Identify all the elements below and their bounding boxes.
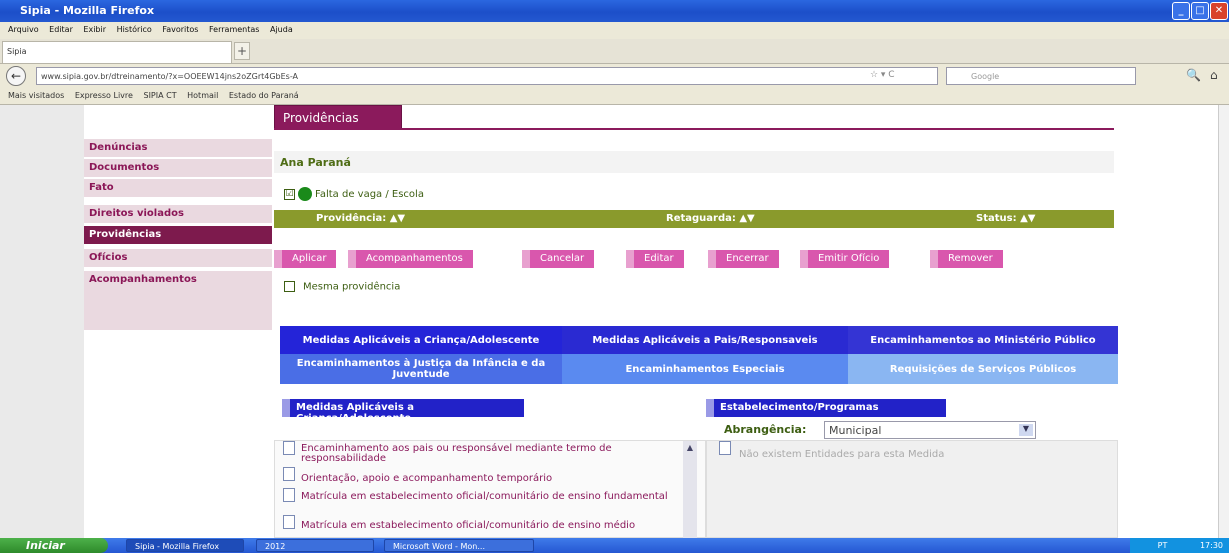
tab-medidas-crianca[interactable]: Medidas Aplicáveis a Criança/Adolescente — [280, 326, 562, 354]
section-divider — [274, 128, 1114, 130]
bookmark-expresso-livre[interactable]: Expresso Livre — [75, 91, 133, 100]
remover-button[interactable]: Remover — [930, 250, 1003, 268]
encerrar-button[interactable]: Encerrar — [708, 250, 779, 268]
maximize-button[interactable]: □ — [1191, 2, 1209, 20]
tab-requisicoes[interactable]: Requisições de Serviços Públicos — [848, 354, 1118, 384]
editar-button[interactable]: Editar — [626, 250, 684, 268]
menu-arquivo[interactable]: Arquivo — [8, 25, 39, 34]
scroll-up-icon[interactable]: ▲ — [683, 443, 697, 452]
list-item[interactable]: Matrícula em estabelecimento oficial/com… — [301, 492, 677, 502]
status-dot-icon — [298, 187, 312, 201]
document-icon — [719, 441, 731, 455]
estabelecimento-section-header: Estabelecimento/Programas — [706, 399, 946, 417]
document-icon — [283, 467, 295, 481]
falta-label: Falta de vaga / Escola — [315, 189, 424, 200]
sidebar-item-providencias[interactable]: Providências — [84, 226, 272, 245]
menu-ajuda[interactable]: Ajuda — [270, 25, 293, 34]
mesma-providencia-row: Mesma providência — [284, 281, 400, 293]
bookmark-mais-visitados[interactable]: Mais visitados — [8, 91, 64, 100]
sidebar-item-direitos-violados[interactable]: Direitos violados — [84, 205, 272, 224]
system-tray: PT 17:30 — [1130, 538, 1229, 553]
window-titlebar: Sipia - Mozilla Firefox _ □ ✕ — [0, 0, 1229, 22]
col-retaguarda[interactable]: Retaguarda: ▲▼ — [666, 213, 755, 224]
search-input[interactable]: Google — [946, 67, 1136, 85]
page-viewport: Denúncias Documentos Fato Direitos viola… — [0, 105, 1229, 538]
tab-ministerio-publico[interactable]: Encaminhamentos ao Ministério Público — [848, 326, 1118, 354]
minimize-button[interactable]: _ — [1172, 2, 1190, 20]
navigation-bar: ← www.sipia.gov.br/dtreinamento/?x=OOEEW… — [0, 64, 1229, 88]
list-item[interactable]: Encaminhamento aos pais ou responsável m… — [301, 444, 677, 464]
abrangencia-select[interactable]: Municipal ▼ — [824, 421, 1036, 439]
medidas-list: Encaminhamento aos pais ou responsável m… — [274, 440, 706, 538]
col-providencia[interactable]: Providência: ▲▼ — [316, 213, 405, 224]
back-button[interactable]: ← — [6, 66, 26, 86]
task-word[interactable]: Microsoft Word - Mon... — [384, 539, 534, 552]
sidebar-item-denuncias[interactable]: Denúncias — [84, 139, 272, 158]
start-button[interactable]: Iniciar — [0, 538, 108, 553]
emitir-oficio-button[interactable]: Emitir Ofício — [800, 250, 890, 268]
cancelar-button[interactable]: Cancelar — [522, 250, 595, 268]
menu-bar: Arquivo Editar Exibir Histórico Favorito… — [0, 22, 1229, 39]
menu-ferramentas[interactable]: Ferramentas — [209, 25, 259, 34]
task-folder-2012[interactable]: 2012 — [256, 539, 374, 552]
url-input[interactable]: www.sipia.gov.br/dtreinamento/?x=OOEEW14… — [36, 67, 938, 85]
browser-tab-sipia[interactable]: Sipia — [2, 41, 232, 63]
menu-editar[interactable]: Editar — [49, 25, 73, 34]
clock: 17:30 — [1199, 541, 1223, 550]
search-icon[interactable]: 🔍 — [1186, 68, 1201, 82]
sidebar-item-fato[interactable]: Fato — [84, 179, 272, 198]
list-scrollbar[interactable]: ▲ — [683, 441, 697, 538]
page-scrollbar[interactable] — [1218, 105, 1229, 538]
providencia-table-header: Providência: ▲▼ Retaguarda: ▲▼ Status: ▲… — [274, 210, 1114, 228]
document-icon — [283, 488, 295, 502]
list-item[interactable]: Orientação, apoio e acompanhamento tempo… — [301, 474, 677, 484]
tab-medidas-pais[interactable]: Medidas Aplicáveis a Pais/Responsaveis — [562, 326, 848, 354]
entities-panel: Não existem Entidades para esta Medida — [706, 440, 1118, 538]
tab-encaminhamentos-especiais[interactable]: Encaminhamentos Especiais — [562, 354, 848, 384]
home-icon[interactable]: ⌂ — [1210, 68, 1218, 82]
document-icon — [283, 441, 295, 455]
no-entities-message: Não existem Entidades para esta Medida — [739, 449, 945, 460]
col-status[interactable]: Status: ▲▼ — [976, 213, 1035, 224]
bookmark-hotmail[interactable]: Hotmail — [187, 91, 218, 100]
menu-historico[interactable]: Histórico — [117, 25, 152, 34]
tab-label: Sipia — [7, 47, 27, 56]
page: Denúncias Documentos Fato Direitos viola… — [84, 105, 1218, 538]
falta-row: ☑ Falta de vaga / Escola — [284, 187, 424, 201]
task-firefox[interactable]: Sipia - Mozilla Firefox — [126, 539, 244, 552]
bookmarks-bar: Mais visitados Expresso Livre SIPIA CT H… — [0, 88, 1229, 105]
new-tab-button[interactable]: + — [234, 42, 250, 60]
document-icon — [283, 515, 295, 529]
tab-bar: Sipia + — [0, 39, 1229, 64]
bookmark-star-icon[interactable]: ☆ ▾ C — [870, 70, 895, 80]
close-button[interactable]: ✕ — [1210, 2, 1228, 20]
falta-checkbox[interactable]: ☑ — [284, 188, 295, 200]
abrangencia-value: Municipal — [829, 424, 882, 437]
abrangencia-label: Abrangência: — [724, 423, 807, 436]
window-title: Sipia - Mozilla Firefox — [20, 4, 155, 17]
acompanhamentos-button[interactable]: Acompanhamentos — [348, 250, 473, 268]
bookmark-estado-parana[interactable]: Estado do Paraná — [229, 91, 299, 100]
aplicar-button[interactable]: Aplicar — [274, 250, 337, 268]
menu-favoritos[interactable]: Favoritos — [162, 25, 198, 34]
list-item[interactable]: Matrícula em estabelecimento oficial/com… — [301, 521, 677, 531]
menu-exibir[interactable]: Exibir — [83, 25, 106, 34]
bookmark-sipia-ct[interactable]: SIPIA CT — [143, 91, 176, 100]
taskbar: Iniciar Sipia - Mozilla Firefox 2012 Mic… — [0, 538, 1229, 553]
tab-justica-infancia[interactable]: Encaminhamentos à Justiça da Infância e … — [280, 354, 562, 384]
section-title: Providências — [274, 105, 402, 129]
sidebar-item-oficios[interactable]: Ofícios — [84, 249, 272, 268]
sidebar-item-acompanhamentos[interactable]: Acompanhamentos — [84, 271, 272, 331]
medidas-section-header: Medidas Aplicáveis a Criança/Adolescente — [282, 399, 524, 424]
mesma-checkbox[interactable] — [284, 281, 295, 292]
mesma-label: Mesma providência — [303, 281, 401, 293]
chevron-down-icon: ▼ — [1019, 424, 1033, 436]
person-name: Ana Paraná — [274, 151, 1114, 173]
sidebar-item-documentos[interactable]: Documentos — [84, 159, 272, 178]
language-indicator[interactable]: PT — [1158, 541, 1168, 550]
